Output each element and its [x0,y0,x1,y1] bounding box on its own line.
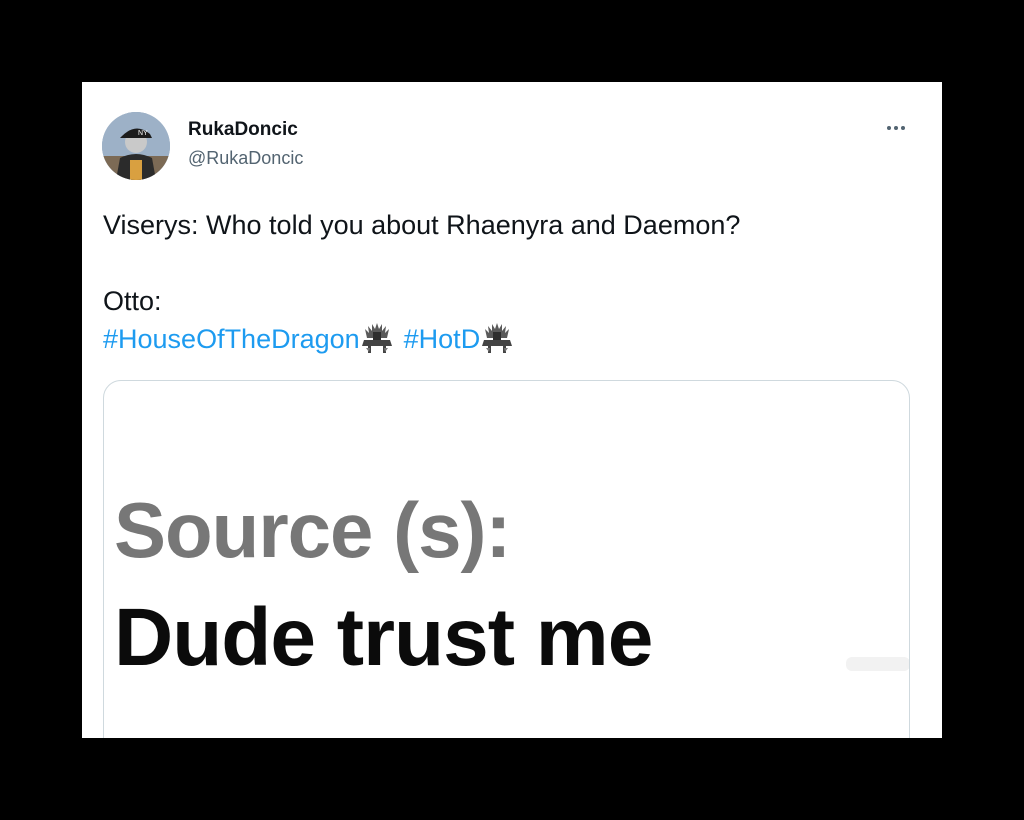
meme-text-source: Source (s): [114,486,511,574]
iron-throne-icon [361,323,392,353]
tweet-card[interactable]: NY RukaDoncic @RukaDoncic Viserys: Who t… [82,82,942,738]
tweet-media-image[interactable]: Source (s): Dude trust me [103,380,910,738]
tweet-text: Viserys: Who told you about Rhaenyra and… [103,206,903,358]
more-dot [894,126,898,130]
more-dot [887,126,891,130]
tweet-text-line: Otto: [103,286,162,316]
user-handle[interactable]: @RukaDoncic [188,148,303,169]
iron-throne-icon [482,323,513,353]
image-artifact [846,657,909,671]
display-name[interactable]: RukaDoncic [188,119,298,141]
tweet-text-line: Viserys: Who told you about Rhaenyra and… [103,210,741,240]
hashtag-hotd[interactable]: #HotD [404,324,481,354]
more-dot [901,126,905,130]
hashtag-house-of-the-dragon[interactable]: #HouseOfTheDragon [103,324,360,354]
hashtag-line: #HouseOfTheDragon #HotD [103,320,903,358]
meme-text-dude-trust-me: Dude trust me [114,592,653,683]
svg-text:NY: NY [138,130,148,137]
more-options-icon[interactable] [880,116,912,140]
avatar[interactable]: NY [102,112,170,180]
tweet-text-spacer [103,244,903,282]
